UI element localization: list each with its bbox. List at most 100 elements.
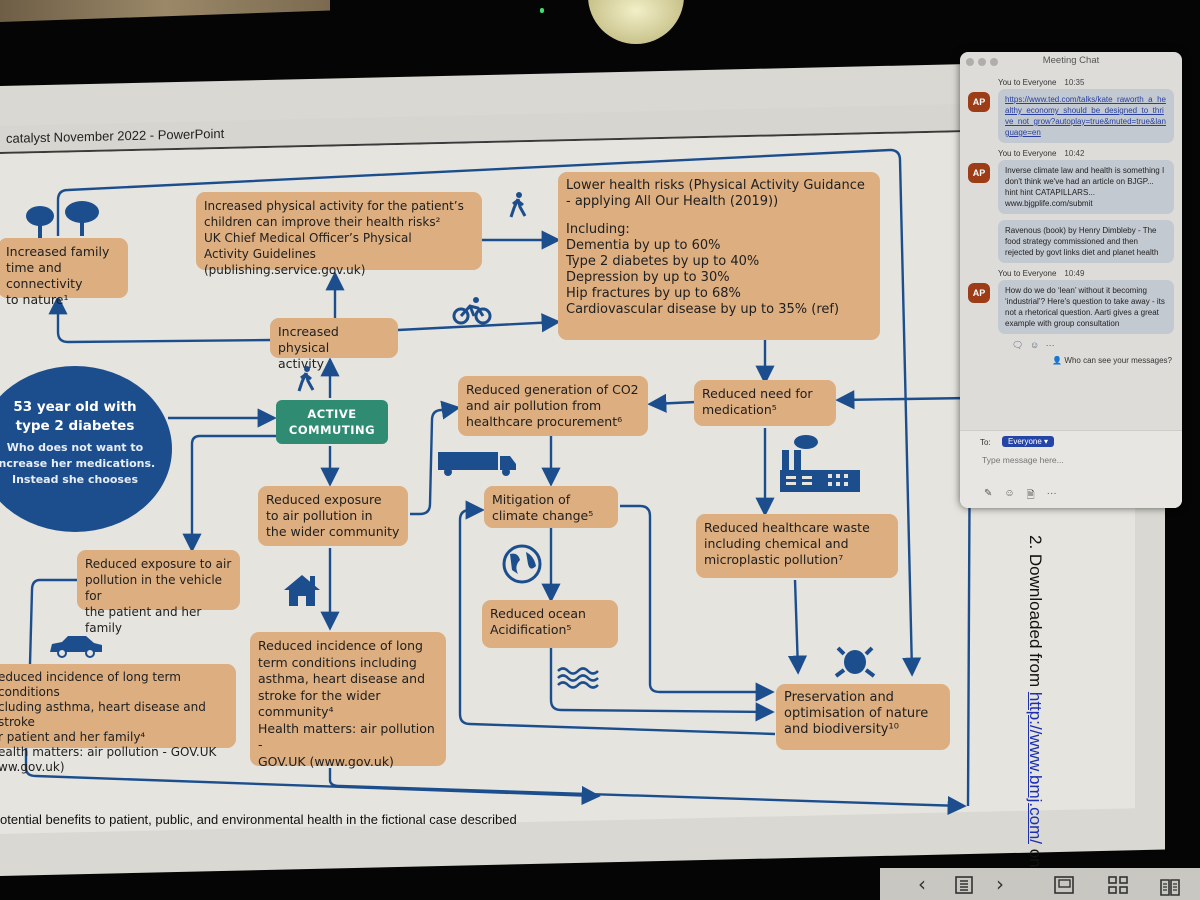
box-line: the wider community [266,524,400,539]
avatar: AP [968,92,990,112]
box-line: UK Chief Medical Officer’s Physical [204,231,412,245]
box-increased-activity: Increased physical activity [270,318,398,371]
slide-sorter-icon[interactable] [1108,876,1128,894]
commuting-label: ACTIVE [307,407,357,421]
notes-icon[interactable] [955,876,973,894]
box-reduced-exposure-vehicle: Reduced exposure to air pollution in the… [77,550,240,635]
box-line: Increased physical [278,324,339,355]
add-reaction-icon[interactable]: ☺ [1030,340,1039,350]
recipient-dropdown[interactable]: Everyone ▾ [1002,436,1055,447]
message-bubble: How do we do ‘lean’ without it becoming … [998,280,1174,334]
box-line: Including: [566,222,630,237]
commuting-label: COMMUTING [288,423,376,437]
avatar: AP [968,163,990,183]
box-ocean: Reduced ocean Acidification⁵ [482,600,618,648]
box-reduced-co2: Reduced generation of CO2 and air pollut… [458,376,648,436]
ted-talk-link[interactable]: https://www.ted.com/talks/kate_raworth_a… [1005,95,1166,137]
file-icon[interactable]: 🗎 [1027,488,1035,505]
reply-icon[interactable]: 🗨 [1012,340,1023,350]
status-bar [880,868,1200,900]
box-line: Cardiovascular disease by up to 35% (ref… [566,302,840,317]
minimize-button[interactable] [978,58,986,66]
circle-heading: 53 year old with [13,399,137,415]
chat-message: Ravenous (book) by Henry Dimbleby - The … [960,220,1182,263]
chat-title-bar: Meeting Chat [960,52,1182,74]
box-line: including chemical and [704,536,849,551]
box-reduced-medication: Reduced need for medication⁵ [694,380,836,426]
chat-message: You to Everyone 10:49 AP How do we do ‘le… [960,269,1182,334]
more-options-icon[interactable]: ··· [1047,488,1057,505]
arrow-med-to-co2 [647,393,697,413]
previous-slide-button[interactable]: ‹ [918,872,926,896]
box-line: asthma, heart disease and [258,671,426,686]
tree-icon [26,206,54,238]
chat-title: Meeting Chat [1042,55,1100,66]
box-family-time: Increased family time and connectivity t… [0,238,128,307]
box-line: Reduced healthcare waste [704,520,870,535]
bmj-link[interactable]: http://www.bmj.com/ [1026,692,1045,844]
timestamp: 10:49 [1064,269,1085,278]
box-long-term-community: Reduced incidence of long term condition… [250,632,446,769]
who-can-see-label: Who can see your messages? [1064,356,1172,365]
message-bubble: Inverse climate law and health is someth… [998,160,1174,214]
arrow-waste-down [787,579,808,675]
box-line: Reduced generation of CO2 [466,382,639,397]
factory-icon [780,435,860,492]
box-line: microplastic pollution⁷ [704,552,844,567]
who-can-see-link[interactable]: 👤 Who can see your messages? [960,356,1172,365]
box-line: pollution in the vehicle for [85,573,223,603]
box-line: climate change⁵ [492,508,594,523]
box-line: healthcare procurement⁶ [466,414,623,429]
box-line: children can improve their health risks² [204,215,441,229]
box-line: cluding asthma, heart disease and stroke [0,700,206,729]
meeting-chat-window: Meeting Chat You to Everyone 10:35 AP htt… [960,52,1182,508]
emoji-icon[interactable]: ☺ [1004,488,1014,505]
box-line [566,210,872,222]
box-line: Acidification⁵ [490,622,572,637]
box-line: medication⁵ [702,402,777,417]
box-line: educed incidence of long term conditions [0,670,181,699]
truck-icon [438,452,516,476]
normal-view-icon[interactable] [1054,876,1074,894]
message-bubble: https://www.ted.com/talks/kate_raworth_a… [998,89,1174,143]
box-line: r patient and her family⁴ [0,730,146,744]
timestamp: 10:42 [1064,149,1085,158]
box-line: Mitigation of [492,492,571,507]
next-slide-button[interactable]: › [996,872,1004,896]
box-line: and biodiversity¹⁰ [784,722,899,737]
box-line: Reduced exposure [266,492,382,507]
bicycle-icon [452,297,492,325]
message-header: You to Everyone 10:35 [998,78,1182,87]
message-bubble: Ravenous (book) by Henry Dimbleby - The … [998,220,1174,263]
box-line: ealth matters: air pollution - GOV.UK [0,745,217,759]
chat-message: You to Everyone 10:35 AP https://www.ted.… [960,78,1182,143]
globe-icon [502,544,542,584]
sender: You to Everyone [998,149,1057,158]
box-line: GOV.UK (www.gov.uk) [258,753,394,769]
format-icon[interactable]: ✎ [984,488,992,505]
box-biodiversity: Preservation and optimisation of nature … [776,684,950,750]
window-controls [966,58,998,66]
box-reduced-exposure-community: Reduced exposure to air pollution in the… [258,486,408,546]
message-header: You to Everyone 10:49 [998,269,1182,278]
to-label: To: [980,438,991,447]
box-line: stroke for the wider [258,687,381,703]
reading-view-icon[interactable] [1160,878,1180,896]
box-line: Hip fractures by up to 68% [566,286,741,301]
active-commuting-box: ACTIVE COMMUTING [276,400,388,444]
download-note-prefix: 2. Downloaded from [1026,535,1045,692]
person-icon: 👤 [1052,356,1063,365]
tree-icon [65,201,99,236]
walking-person-icon [297,366,315,392]
arrow-right-to-med [835,390,971,410]
zoom-button[interactable] [990,58,998,66]
avatar: AP [968,283,990,303]
box-line: Reduced need for [702,386,813,401]
message-input[interactable] [980,454,1174,466]
box-line: Reduced ocean [490,606,586,621]
sender: You to Everyone [998,78,1057,87]
more-icon[interactable]: ··· [1046,340,1055,350]
close-button[interactable] [966,58,974,66]
box-line: Health matters: air pollution - [258,720,435,753]
sender: You to Everyone [998,269,1057,278]
